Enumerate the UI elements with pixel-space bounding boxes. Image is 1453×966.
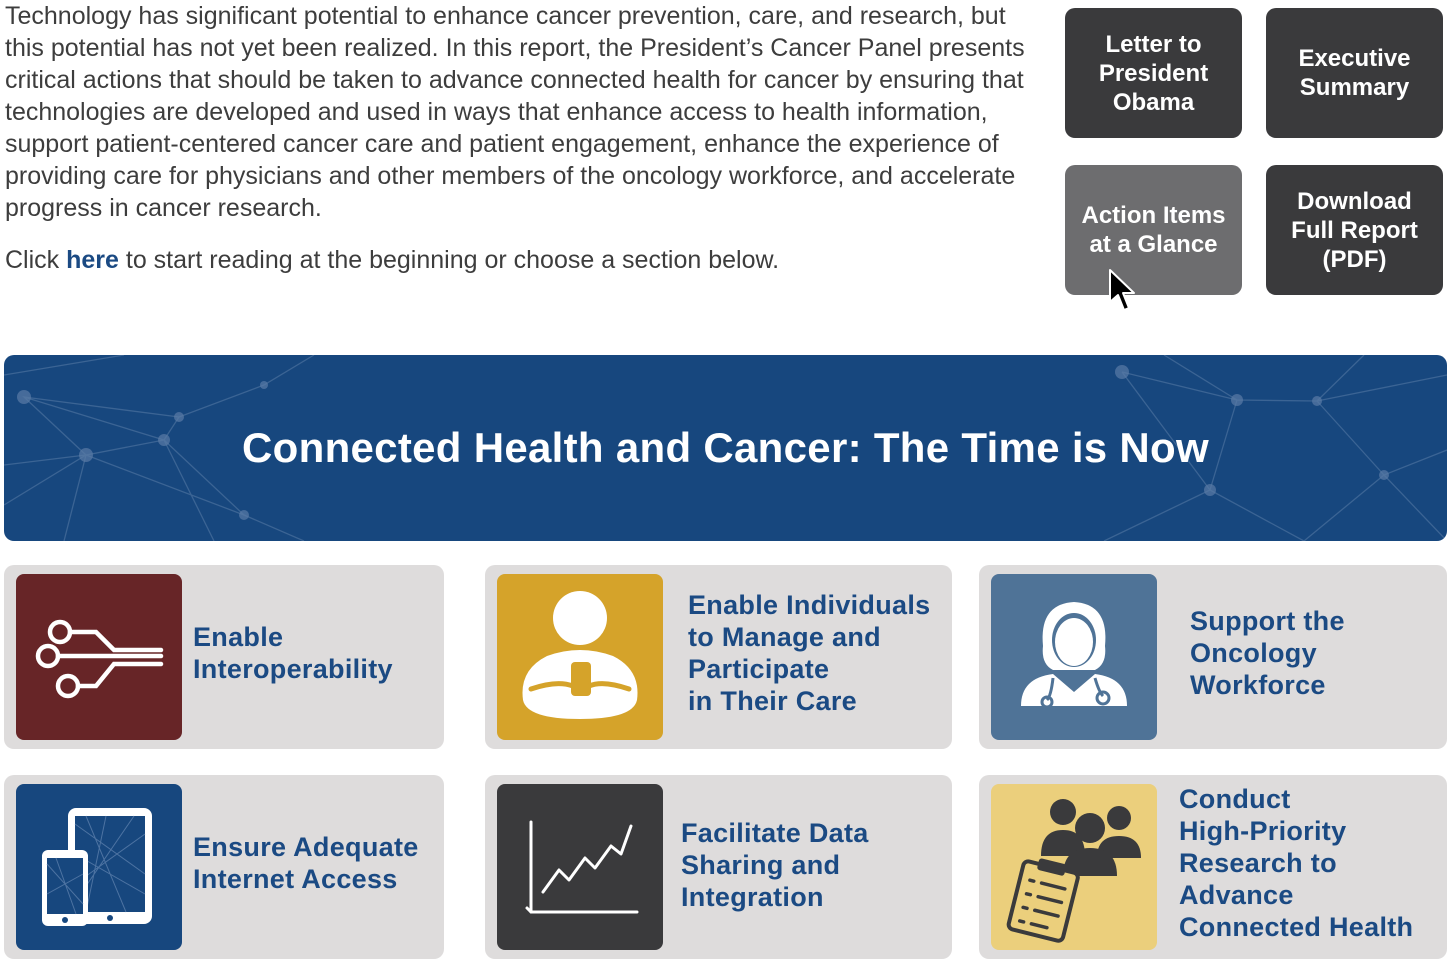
letter-to-president-label: Letter to President Obama <box>1098 30 1209 116</box>
section-card-interoperability[interactable]: Enable Interoperability <box>4 565 444 749</box>
team-clipboard-icon <box>991 784 1157 950</box>
person-phone-icon <box>497 574 663 740</box>
click-suffix: to start reading at the beginning or cho… <box>125 246 780 274</box>
action-items-button[interactable]: Action Items at a Glance <box>1065 165 1242 295</box>
intro-paragraph: Technology has significant potential to … <box>5 2 1025 222</box>
interoperability-label: Enable Interoperability <box>193 622 393 684</box>
banner-title: Connected Health and Cancer: The Time is… <box>242 424 1209 471</box>
section-card-data-sharing[interactable]: Facilitate Data Sharing and Integration <box>485 775 952 959</box>
circuit-icon <box>16 574 182 740</box>
title-banner: Connected Health and Cancer: The Time is… <box>4 355 1447 541</box>
data-sharing-label: Facilitate Data Sharing and Integration <box>681 818 869 912</box>
action-items-label: Action Items at a Glance <box>1081 202 1226 258</box>
executive-summary-button[interactable]: Executive Summary <box>1266 8 1443 138</box>
internet-label: Ensure Adequate Internet Access <box>193 832 419 894</box>
executive-summary-label: Executive Summary <box>1298 45 1411 101</box>
section-card-research[interactable]: Conduct High-Priority Research to Advanc… <box>979 775 1447 959</box>
click-prefix: Click <box>5 246 60 274</box>
download-report-label: Download Full Report (PDF) <box>1291 187 1418 273</box>
mouse-cursor-icon <box>1109 269 1135 311</box>
devices-icon <box>16 784 182 950</box>
doctor-icon <box>991 574 1157 740</box>
intro-instruction: Click here to start reading at the begin… <box>5 244 1035 276</box>
individuals-label: Enable Individuals to Manage and Partici… <box>688 590 931 716</box>
section-card-workforce[interactable]: Support the Oncology Workforce <box>979 565 1447 749</box>
download-report-button[interactable]: Download Full Report (PDF) <box>1266 165 1443 295</box>
section-card-internet[interactable]: Ensure Adequate Internet Access <box>4 775 444 959</box>
start-reading-link[interactable]: here <box>66 246 119 274</box>
section-card-individuals[interactable]: Enable Individuals to Manage and Partici… <box>485 565 952 749</box>
line-chart-icon <box>497 784 663 950</box>
research-label: Conduct High-Priority Research to Advanc… <box>1179 784 1414 942</box>
intro-text: Technology has significant potential to … <box>5 0 1035 276</box>
workforce-label: Support the Oncology Workforce <box>1190 606 1345 700</box>
letter-to-president-button[interactable]: Letter to President Obama <box>1065 8 1242 138</box>
